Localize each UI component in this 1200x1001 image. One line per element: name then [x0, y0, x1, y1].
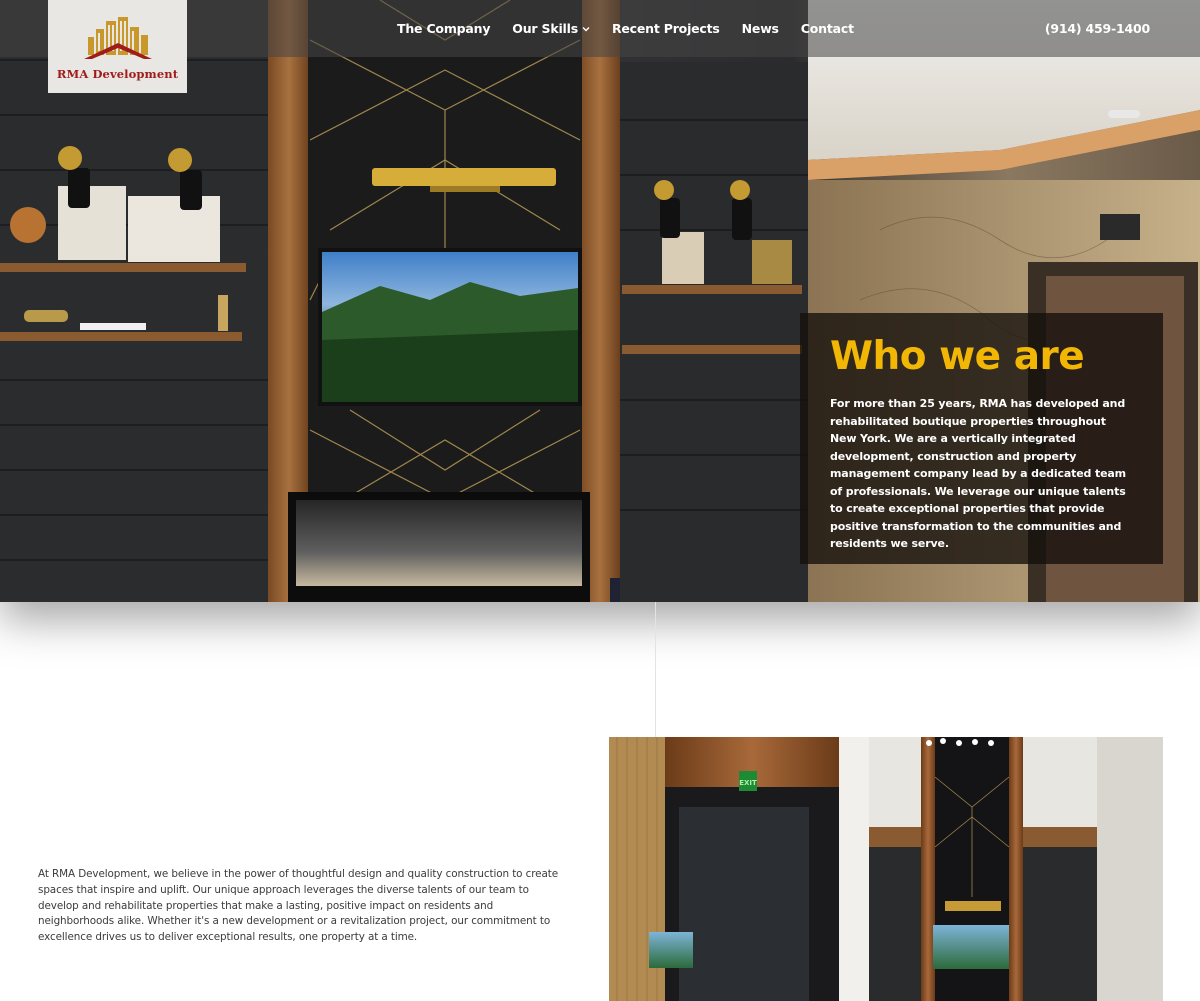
vertical-divider: [655, 602, 656, 737]
who-we-are-text: For more than 25 years, RMA has develope…: [830, 397, 1126, 550]
logo-text: RMA Development: [56, 67, 179, 81]
nav-item-contact[interactable]: Contact: [801, 21, 854, 36]
nav-item-label: Contact: [800, 21, 854, 36]
logo[interactable]: RMA Development: [48, 0, 187, 93]
lobby-photo: EXIT: [609, 737, 1163, 1001]
buildings-logo-icon: [83, 17, 152, 59]
nav-item-label: News: [741, 21, 779, 36]
main-menu: The Company Our Skills Recent Projects N…: [397, 0, 854, 57]
top-navigation: RMA Development The Company Our Skills R…: [0, 0, 1200, 93]
nav-item-label: The Company: [397, 21, 491, 36]
phone-link[interactable]: (914) 459-1400: [1045, 0, 1150, 57]
chevron-down-icon: [582, 26, 590, 31]
nav-item-label: Recent Projects: [611, 21, 720, 36]
lobby-photo-image: EXIT: [609, 737, 1163, 1001]
nav-item-our-skills[interactable]: Our Skills: [512, 21, 590, 36]
nav-item-news[interactable]: News: [742, 21, 779, 36]
lobby-exit-sign: EXIT: [739, 779, 757, 787]
nav-item-label: Our Skills: [512, 21, 578, 36]
about-paragraph: At RMA Development, we believe in the po…: [38, 868, 559, 944]
nav-item-recent-projects[interactable]: Recent Projects: [612, 21, 720, 36]
nav-item-the-company[interactable]: The Company: [397, 21, 490, 36]
who-we-are-title: Who we are: [830, 334, 1085, 379]
